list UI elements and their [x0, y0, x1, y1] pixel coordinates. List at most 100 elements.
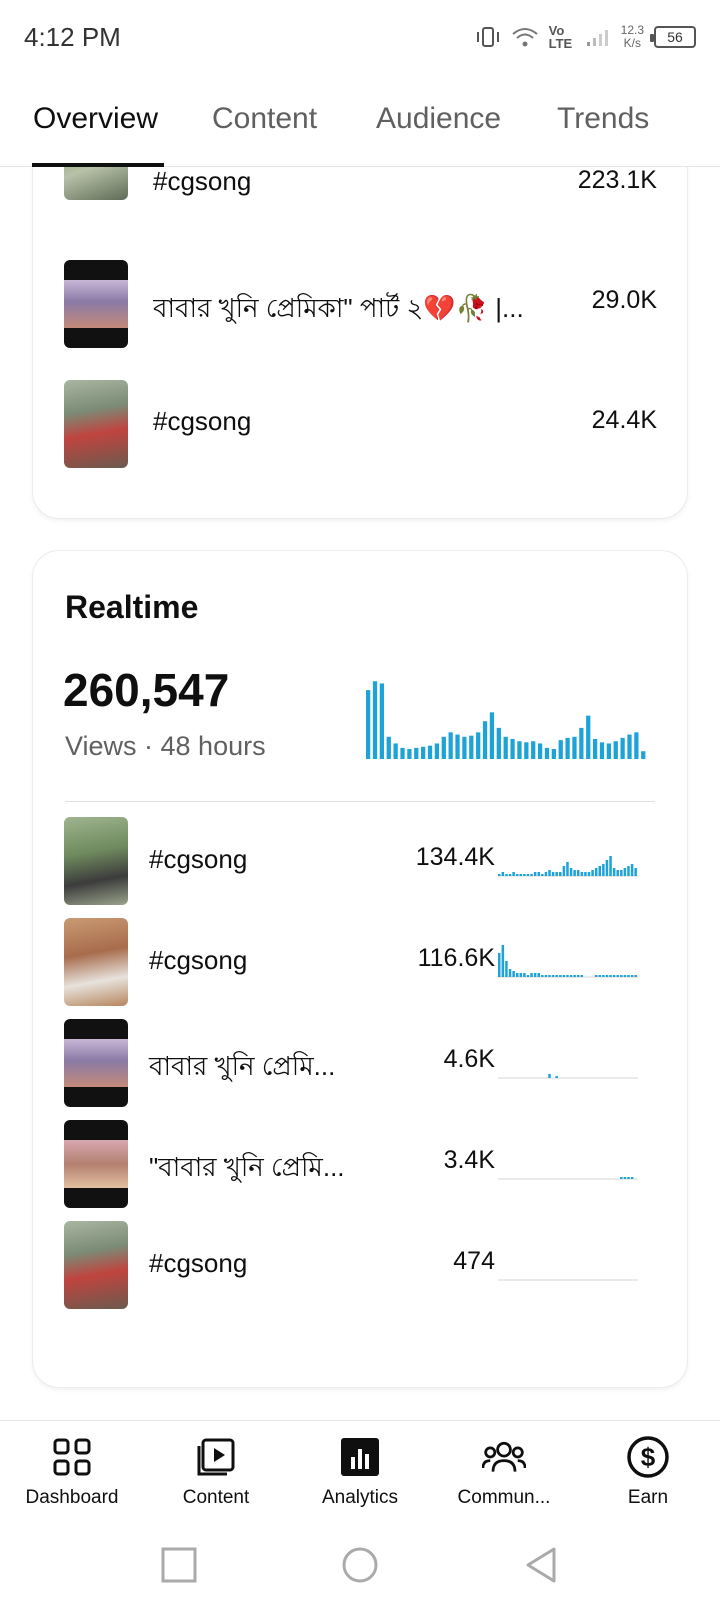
- status-time: 4:12 PM: [24, 21, 121, 52]
- realtime-bar: [613, 741, 618, 759]
- nav-content[interactable]: Content: [144, 1421, 288, 1521]
- realtime-bar: [427, 745, 433, 759]
- sparkline-bar: [501, 945, 505, 977]
- sparkline-bar: [548, 1074, 551, 1078]
- nav-analytics[interactable]: Analytics: [288, 1421, 432, 1521]
- tab-overview[interactable]: Overview: [33, 102, 158, 136]
- sparkline-bar: [533, 872, 537, 876]
- status-icons: Vo LTE 12.3 K/s 56: [475, 24, 696, 50]
- video-title: "বাবার খুনি প্রেমি...: [149, 1152, 345, 1182]
- bottom-navigation: Dashboard Content Analytics Commun... $ …: [0, 1420, 720, 1520]
- tab-audience[interactable]: Audience: [376, 102, 501, 136]
- sparkline-bar: [515, 973, 519, 977]
- realtime-bar: [366, 690, 371, 759]
- video-views: 3.4K: [443, 1146, 495, 1174]
- tab-trends[interactable]: Trends: [557, 102, 649, 136]
- realtime-subtitle: Views · 48 hours: [65, 731, 266, 761]
- realtime-bar: [579, 727, 584, 759]
- sparkline-bar: [551, 872, 555, 876]
- nav-dashboard[interactable]: Dashboard: [0, 1421, 144, 1521]
- back-icon[interactable]: [520, 1544, 562, 1586]
- realtime-bar: [592, 739, 598, 759]
- views-sparkline: [498, 1177, 638, 1180]
- video-views: 474: [453, 1247, 495, 1275]
- home-icon[interactable]: [339, 1544, 381, 1586]
- realtime-bar: [537, 743, 543, 759]
- nav-community[interactable]: Commun...: [432, 1421, 576, 1521]
- realtime-bar: [544, 747, 550, 759]
- sparkline-bar: [584, 872, 587, 876]
- realtime-bar: [599, 742, 605, 759]
- svg-text:$: $: [641, 1442, 656, 1472]
- battery-level: 56: [667, 29, 683, 45]
- video-title: #cgsong: [149, 945, 248, 975]
- analytics-icon: [338, 1435, 382, 1479]
- realtime-card: Realtime 260,547 Views · 48 hours #cgson…: [33, 551, 687, 1387]
- sparkline-bar: [623, 975, 627, 977]
- sparkline-bar: [548, 870, 551, 876]
- realtime-bar: [586, 715, 591, 759]
- realtime-bar: [531, 741, 536, 759]
- sparkline-bar: [623, 868, 627, 876]
- sparkline-bar: [627, 866, 630, 876]
- recent-apps-icon[interactable]: [158, 1544, 200, 1586]
- sparkline-bar: [587, 872, 591, 876]
- sparkline-bar: [526, 975, 530, 977]
- video-views: 4.6K: [443, 1045, 495, 1073]
- sparkline-bar: [541, 975, 544, 977]
- sparkline-bar: [598, 975, 602, 977]
- nav-earn[interactable]: $ Earn: [576, 1421, 720, 1521]
- sparkline-bar: [602, 864, 605, 876]
- network-type: Vo LTE: [548, 23, 573, 51]
- video-thumbnail: [64, 1120, 128, 1208]
- video-thumbnail: [64, 260, 128, 348]
- realtime-bar: [496, 727, 501, 759]
- sparkline-bar: [537, 872, 540, 876]
- realtime-bar: [386, 736, 391, 759]
- video-thumbnail: [64, 1221, 128, 1309]
- sparkline-bar: [569, 868, 573, 876]
- sparkline-bar: [612, 868, 616, 876]
- video-thumbnail: [64, 380, 128, 468]
- realtime-bar: [393, 743, 398, 759]
- realtime-bar: [407, 749, 412, 759]
- video-thumbnail: [64, 918, 128, 1006]
- video-thumbnail: [64, 1019, 128, 1107]
- sparkline-bar: [580, 975, 584, 977]
- sparkline-bar: [566, 862, 569, 876]
- sparkline-bar: [620, 1177, 623, 1179]
- sparkline-bar: [533, 973, 537, 977]
- realtime-bar: [414, 747, 419, 759]
- sparkline-bar: [576, 975, 580, 977]
- sparkline-bar: [555, 1076, 558, 1078]
- realtime-bar-chart: [366, 681, 646, 759]
- sparkline-bar: [627, 1177, 630, 1179]
- sparkline-bar: [605, 860, 609, 876]
- sparkline-bar: [555, 975, 558, 977]
- sparkline-bar: [519, 874, 523, 876]
- sparkline-bar: [559, 872, 562, 876]
- sparkline-bar: [498, 874, 501, 876]
- video-views: 116.6K: [417, 944, 495, 972]
- realtime-bar: [551, 749, 556, 759]
- wifi-icon: [512, 28, 538, 47]
- sparkline-bar: [609, 856, 612, 876]
- realtime-title: Realtime: [65, 589, 199, 625]
- realtime-bar: [448, 732, 453, 759]
- sparkline-bar: [537, 973, 540, 977]
- nav-label: Content: [182, 1487, 250, 1508]
- sparkline-bar: [566, 975, 569, 977]
- realtime-bar: [565, 737, 570, 759]
- sparkline-bar: [573, 870, 576, 876]
- sparkline-bar: [523, 874, 526, 876]
- sparkline-bar: [555, 872, 558, 876]
- realtime-bar: [462, 736, 467, 759]
- video-views: 29.0K: [591, 286, 657, 314]
- sparkline-bar: [620, 870, 623, 876]
- sparkline-bar: [623, 1177, 627, 1179]
- sparkline-bar: [505, 874, 508, 876]
- sparkline-bar: [591, 870, 594, 876]
- sparkline-bar: [562, 866, 566, 876]
- realtime-bar: [372, 681, 378, 759]
- tab-content[interactable]: Content: [212, 102, 317, 136]
